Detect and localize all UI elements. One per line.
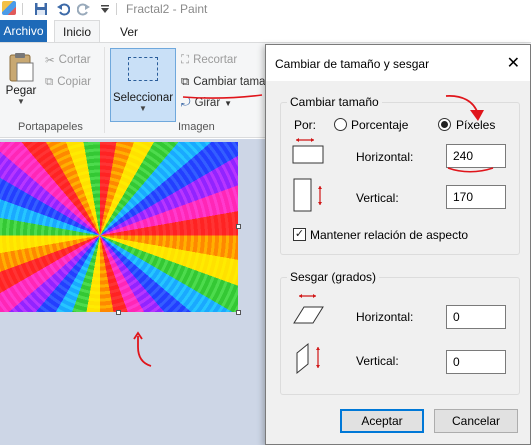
horizontal-resize-icon bbox=[292, 138, 324, 164]
resize-skew-dialog: Cambiar de tamaño y sesgar ✕ Cambiar tam… bbox=[265, 44, 531, 445]
resize-vertical-input[interactable] bbox=[446, 185, 506, 209]
resize-handle-right[interactable] bbox=[236, 224, 241, 229]
resize-group-legend: Cambiar tamaño bbox=[290, 95, 379, 109]
redo-icon[interactable] bbox=[76, 1, 92, 17]
chevron-down-icon: ▼ bbox=[224, 98, 233, 108]
skew-vertical-input[interactable] bbox=[446, 350, 506, 374]
rotate-button[interactable]: ⤾ Girar ▼ bbox=[181, 94, 232, 112]
copy-button[interactable]: ⧉ Copiar bbox=[45, 73, 91, 91]
by-label: Por: bbox=[294, 118, 317, 132]
clipboard-icon bbox=[9, 53, 34, 82]
select-button[interactable]: Seleccionar ▼ bbox=[110, 48, 176, 122]
group-separator bbox=[104, 47, 105, 133]
skew-group-legend: Sesgar (grados) bbox=[290, 270, 377, 284]
ribbon-tabs: Archivo Inicio Ver bbox=[0, 20, 531, 43]
crop-label: Recortar bbox=[193, 54, 238, 66]
horizontal-skew-icon bbox=[293, 294, 324, 324]
ok-button[interactable]: Aceptar bbox=[340, 409, 424, 433]
dialog-title-bar: Cambiar de tamaño y sesgar ✕ bbox=[266, 45, 530, 81]
group-label-clipboard: Portapapeles bbox=[18, 121, 83, 133]
canvas-workspace[interactable] bbox=[0, 139, 266, 445]
close-icon[interactable]: ✕ bbox=[507, 53, 520, 73]
dialog-title: Cambiar de tamaño y sesgar bbox=[275, 57, 430, 71]
cut-label: Cortar bbox=[58, 54, 91, 66]
skew-horizontal-input[interactable] bbox=[446, 305, 506, 329]
crop-button[interactable]: ⛶ Recortar bbox=[181, 51, 237, 69]
crop-icon: ⛶ bbox=[181, 53, 190, 66]
resize-handle-bottom[interactable] bbox=[116, 310, 121, 315]
chevron-down-icon: ▼ bbox=[17, 97, 25, 106]
skew-vertical-label: Vertical: bbox=[356, 354, 399, 368]
keep-aspect-checkbox[interactable]: ✓ bbox=[293, 228, 306, 241]
separator bbox=[116, 3, 117, 15]
resize-handle-corner[interactable] bbox=[236, 310, 241, 315]
copy-label: Copiar bbox=[57, 76, 92, 88]
fractal-image[interactable] bbox=[0, 142, 238, 312]
separator bbox=[22, 3, 23, 15]
resize-horizontal-label: Horizontal: bbox=[356, 150, 414, 164]
cut-button[interactable]: ✂ Cortar bbox=[45, 51, 91, 69]
save-icon[interactable] bbox=[33, 1, 49, 17]
tab-view[interactable]: Ver bbox=[112, 20, 146, 43]
paste-button[interactable]: Pegar ▼ bbox=[3, 51, 39, 117]
undo-icon[interactable] bbox=[55, 1, 71, 17]
keep-aspect-label[interactable]: Mantener relación de aspecto bbox=[310, 228, 468, 242]
radio-pixels[interactable] bbox=[438, 118, 451, 131]
tab-file[interactable]: Archivo bbox=[0, 20, 47, 42]
selection-rect-icon bbox=[128, 57, 158, 81]
scissors-icon: ✂ bbox=[45, 55, 55, 67]
copy-icon: ⧉ bbox=[45, 75, 54, 88]
resize-button[interactable]: ⧉ Cambiar tama bbox=[181, 73, 265, 91]
percent-label[interactable]: Porcentaje bbox=[351, 118, 408, 132]
resize-label: Cambiar tama bbox=[193, 76, 266, 88]
window-title: Fractal2 - Paint bbox=[126, 2, 208, 16]
resize-vertical-label: Vertical: bbox=[356, 191, 399, 205]
cancel-button[interactable]: Cancelar bbox=[434, 409, 518, 433]
group-label-image: Imagen bbox=[178, 121, 215, 133]
rotate-label: Girar bbox=[194, 97, 221, 109]
chevron-down-icon: ▼ bbox=[139, 104, 147, 113]
radio-percent[interactable] bbox=[334, 118, 347, 131]
select-label: Seleccionar bbox=[112, 92, 174, 104]
customize-quick-access-icon[interactable] bbox=[97, 1, 113, 17]
vertical-resize-icon bbox=[293, 178, 322, 212]
paint-app-icon[interactable] bbox=[2, 1, 16, 15]
paste-label: Pegar bbox=[5, 85, 37, 97]
resize-icon: ⧉ bbox=[181, 75, 190, 88]
tab-home[interactable]: Inicio bbox=[54, 20, 100, 43]
rotate-icon: ⤾ bbox=[181, 96, 191, 109]
pixels-label[interactable]: Píxeles bbox=[456, 118, 495, 132]
skew-horizontal-label: Horizontal: bbox=[356, 310, 414, 324]
resize-horizontal-input[interactable] bbox=[446, 144, 506, 168]
vertical-skew-icon bbox=[296, 342, 320, 375]
title-bar: Fractal2 - Paint bbox=[0, 0, 531, 20]
